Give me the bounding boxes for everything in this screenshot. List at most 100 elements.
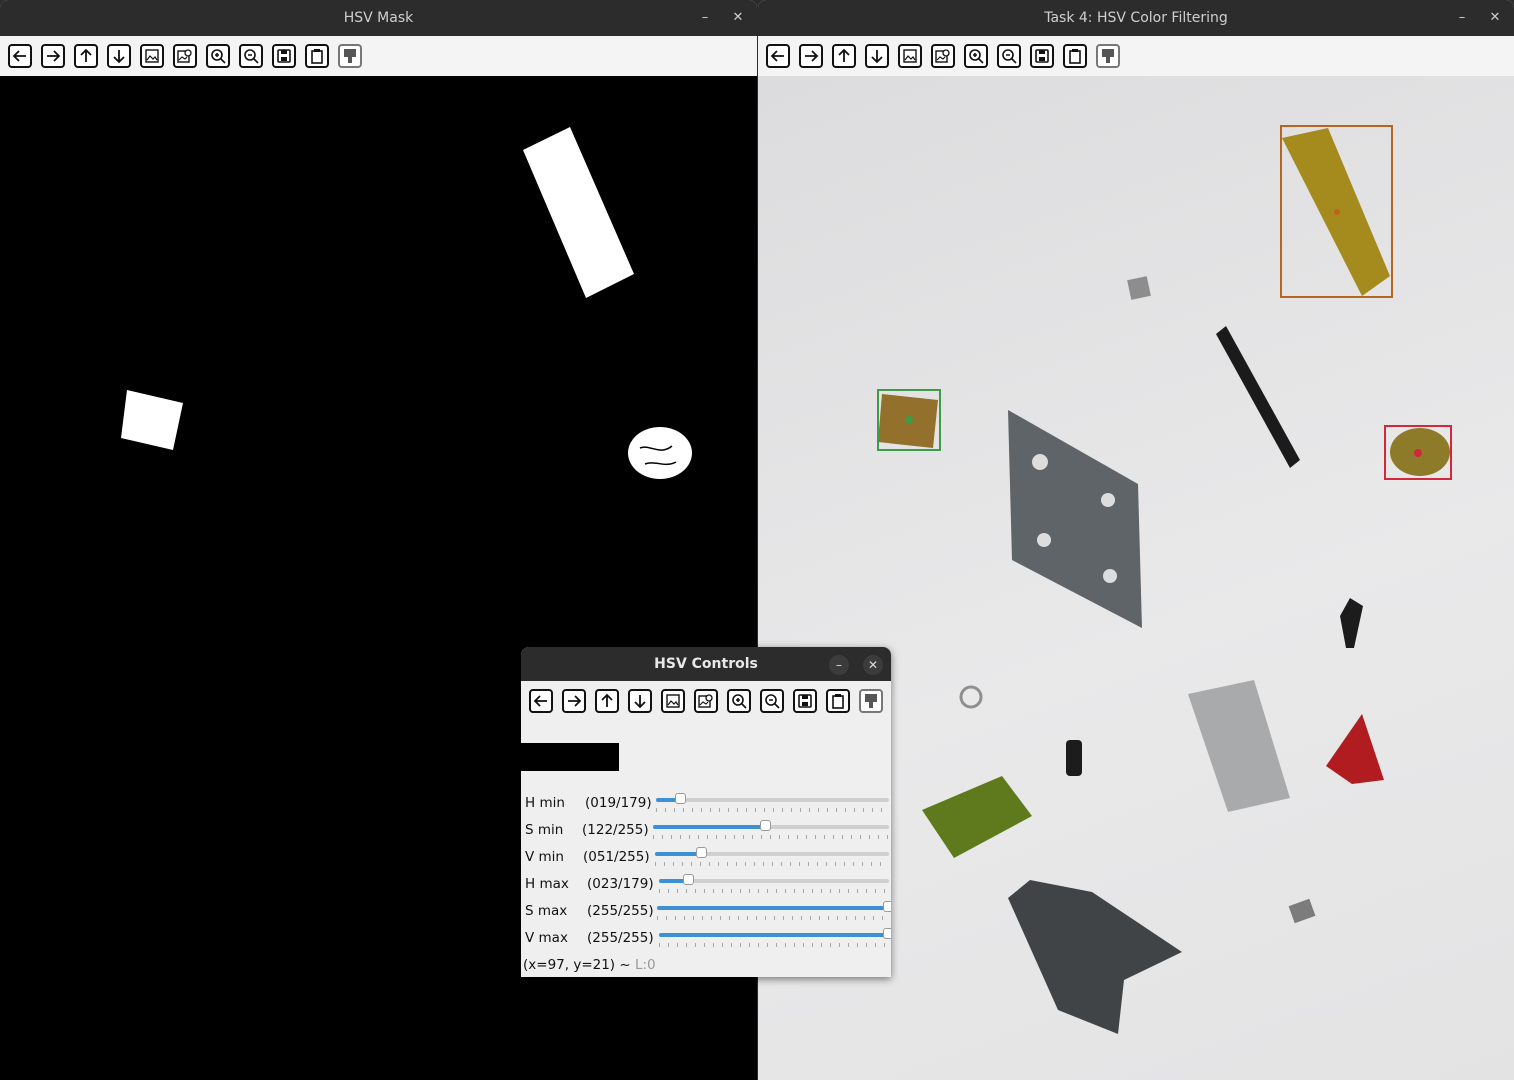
mask-blob-square (121, 390, 183, 450)
close-button[interactable]: ✕ (729, 9, 747, 27)
slider-track[interactable] (657, 901, 891, 912)
titlebar[interactable]: HSV Controls – ✕ (521, 647, 891, 681)
mask-blob-rectangle (523, 127, 634, 298)
close-button[interactable]: ✕ (1486, 9, 1504, 27)
zoom-out-button[interactable] (997, 44, 1021, 68)
close-button[interactable]: ✕ (863, 655, 883, 675)
clipboard-button[interactable] (305, 44, 329, 68)
red-triangle-block (1326, 714, 1384, 784)
arrow-up-button[interactable] (832, 44, 856, 68)
arrow-up-icon (77, 47, 95, 65)
slider-handle[interactable] (883, 928, 891, 939)
slider-value: (023/179) (587, 876, 654, 892)
slider-track[interactable] (659, 928, 891, 939)
arrow-up-button[interactable] (74, 44, 98, 68)
arrow-left-button[interactable] (8, 44, 32, 68)
slider-label: V max (525, 930, 568, 946)
slider-value: (122/255) (582, 822, 649, 838)
zoom-in-button[interactable] (727, 689, 751, 713)
arrow-up-button[interactable] (595, 689, 619, 713)
arrow-down-button[interactable] (628, 689, 652, 713)
zoom-in-button[interactable] (964, 44, 988, 68)
titlebar[interactable]: HSV Mask – ✕ (0, 0, 757, 36)
arrow-down-button[interactable] (107, 44, 131, 68)
save-button[interactable] (793, 689, 817, 713)
minimize-button[interactable]: – (696, 9, 714, 27)
image-button[interactable] (140, 44, 164, 68)
washer (959, 685, 983, 709)
image-button[interactable] (661, 689, 685, 713)
clipboard-button[interactable] (1063, 44, 1087, 68)
titlebar[interactable]: Task 4: HSV Color Filtering – ✕ (758, 0, 1514, 36)
clipboard-button[interactable] (826, 689, 850, 713)
clipboard-icon (829, 692, 847, 710)
slider-ticks (659, 943, 889, 947)
toolbar (758, 36, 1514, 76)
image-search-button[interactable] (173, 44, 197, 68)
slider-handle[interactable] (682, 874, 694, 885)
slider-handle[interactable] (674, 793, 686, 804)
arrow-right-button[interactable] (799, 44, 823, 68)
slider-value: (255/255) (587, 903, 654, 919)
arrow-down-button[interactable] (865, 44, 889, 68)
toolbar (521, 681, 891, 721)
save-icon (796, 692, 814, 710)
slider-track[interactable] (656, 793, 889, 804)
slider-track[interactable] (659, 874, 889, 885)
slider-handle[interactable] (759, 820, 771, 831)
arrow-down-icon (631, 692, 649, 710)
image-icon (143, 47, 161, 65)
arrow-left-icon (532, 692, 550, 710)
slider-label: S max (525, 903, 568, 919)
slider-label: V min (525, 849, 564, 865)
slider-ticks (657, 916, 889, 920)
minimize-button[interactable]: – (829, 655, 849, 675)
slider-handle[interactable] (695, 847, 707, 858)
toolbar (0, 36, 757, 76)
zoom-in-icon (209, 47, 227, 65)
clipboard-icon (1066, 47, 1084, 65)
zoom-out-button[interactable] (239, 44, 263, 68)
minimize-button[interactable]: – (1453, 9, 1471, 27)
slider-ticks (656, 808, 889, 812)
centroid-green (905, 416, 913, 424)
green-block (922, 776, 1032, 858)
slider-fill (655, 852, 702, 856)
slider-ticks (653, 835, 889, 839)
slider-track[interactable] (653, 820, 889, 831)
zoom-in-button[interactable] (206, 44, 230, 68)
black-screw-2 (1066, 740, 1082, 776)
save-icon (1033, 47, 1051, 65)
save-button[interactable] (1030, 44, 1054, 68)
arrow-left-button[interactable] (529, 689, 553, 713)
window-title: HSV Mask (343, 10, 414, 26)
slider-row: V max (255/255) (521, 926, 891, 953)
slider-fill (659, 933, 889, 937)
level-readout: L:0 (634, 957, 656, 973)
properties-button[interactable] (1096, 44, 1120, 68)
arrow-left-button[interactable] (766, 44, 790, 68)
image-icon (664, 692, 682, 710)
slider-row: H max (023/179) (521, 872, 891, 899)
properties-icon (341, 47, 359, 65)
hsv-controls-window: HSV Controls – ✕ H min (019/179) S min (122… (521, 647, 891, 977)
black-bar (1216, 326, 1300, 468)
slider-track[interactable] (655, 847, 889, 858)
properties-button[interactable] (859, 689, 883, 713)
arrow-right-button[interactable] (562, 689, 586, 713)
zoom-out-icon (1000, 47, 1018, 65)
slider-row: S max (255/255) (521, 899, 891, 926)
zoom-out-button[interactable] (760, 689, 784, 713)
slider-handle[interactable] (883, 901, 891, 912)
image-button[interactable] (898, 44, 922, 68)
arrow-right-button[interactable] (41, 44, 65, 68)
properties-icon (1099, 47, 1117, 65)
slider-ticks (655, 862, 889, 866)
zoom-in-icon (967, 47, 985, 65)
black-screw (1340, 598, 1363, 648)
arrow-up-icon (598, 692, 616, 710)
save-button[interactable] (272, 44, 296, 68)
image-search-button[interactable] (931, 44, 955, 68)
image-search-button[interactable] (694, 689, 718, 713)
properties-button[interactable] (338, 44, 362, 68)
